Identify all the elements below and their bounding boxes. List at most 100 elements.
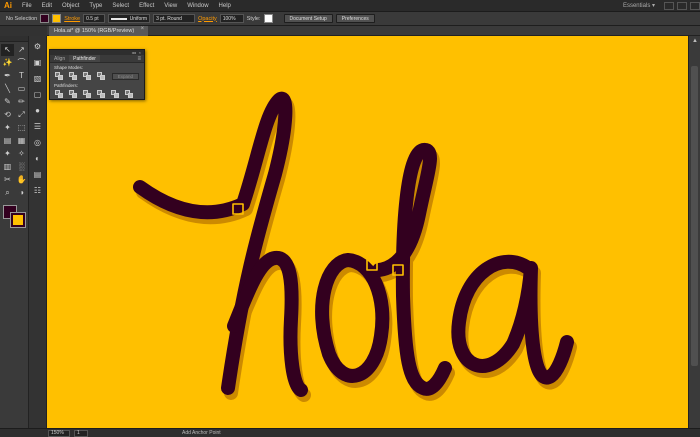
rotate-tool-icon[interactable]: ⟲ [1, 109, 14, 121]
direct-selection-tool-icon[interactable]: ↗ [15, 44, 28, 56]
vertical-scrollbar[interactable]: ▲ [688, 36, 700, 428]
document-tab[interactable]: Hola.ai* @ 150% (RGB/Preview) × [49, 26, 149, 36]
menu-type[interactable]: Type [84, 3, 107, 9]
brush-select[interactable]: 3 pt. Round [153, 14, 196, 23]
gradient-tool-icon[interactable]: ✧ [15, 148, 28, 160]
eyedropper-tool-icon[interactable]: ▥ [1, 161, 14, 173]
trim-icon[interactable] [69, 90, 78, 98]
lasso-tool-icon[interactable]: ⌒ [15, 57, 28, 69]
mesh-tool-icon[interactable]: ✦ [1, 148, 14, 160]
menu-file[interactable]: File [17, 3, 37, 9]
selection-label: No Selection [6, 15, 38, 22]
document-tab-title: Hola.ai* @ 150% (RGB/Preview) [54, 28, 135, 34]
app-logo: Ai [4, 1, 12, 10]
panel-menu-icon[interactable]: ≡ [134, 55, 144, 62]
exclude-icon[interactable] [97, 72, 106, 80]
rectangle-tool-icon[interactable]: ▭ [15, 83, 28, 95]
menu-object[interactable]: Object [57, 3, 84, 9]
zoom-tool-icon[interactable]: ⌕ [1, 187, 14, 199]
magic-wand-tool-icon[interactable]: ✨ [1, 57, 14, 69]
scroll-thumb[interactable] [691, 66, 698, 366]
hand-tool-icon[interactable]: ✋ [15, 174, 28, 186]
stroke-weight-field[interactable]: 0.5 pt [83, 14, 106, 23]
preferences-button[interactable]: Preferences [335, 14, 375, 23]
blend-tool-icon[interactable]: ░ [15, 161, 28, 173]
color-panel-icon[interactable]: ⚙ [32, 40, 44, 52]
menu-bar: Ai File Edit Object Type Select Effect V… [0, 0, 700, 12]
uniform-label: Uniform [129, 15, 148, 22]
collapse-panel-icon[interactable]: ◂◂ [132, 50, 136, 55]
stroke-color-swatch[interactable] [10, 212, 26, 228]
transparency-panel-icon[interactable]: ▤ [32, 168, 44, 180]
l-shadow [375, 148, 455, 401]
artboard-nav-field[interactable]: 1 [74, 429, 88, 437]
variable-width-select[interactable]: Uniform [108, 14, 151, 23]
tab-pathfinder[interactable]: Pathfinder [69, 55, 100, 62]
type-tool-icon[interactable]: T [15, 70, 28, 82]
style-swatch[interactable] [263, 14, 273, 23]
unite-icon[interactable] [55, 72, 64, 80]
tool-grid: ↖ ↗ ✨ ⌒ ✒ T ╲ ▭ ✎ ✏ ⟲ ⤢ ✦ ⬚ ▤ ▦ ✦ ✧ ▥ ░ ✂ ✋ ⌕ ◑ [0, 42, 28, 201]
status-bar: 150% 1 Add Anchor Point [0, 428, 700, 437]
artboards-panel-icon[interactable]: ☷ [32, 184, 44, 196]
status-tool-hint: Add Anchor Point [182, 430, 221, 436]
menu-view[interactable]: View [159, 3, 182, 9]
minimize-button[interactable] [664, 1, 674, 10]
symbol-sprayer-tool-icon[interactable]: ◑ [15, 187, 28, 199]
scale-tool-icon[interactable]: ⤢ [15, 109, 28, 121]
menu-effect[interactable]: Effect [134, 3, 159, 9]
scissors-tool-icon[interactable]: ✂ [1, 174, 14, 186]
merge-icon[interactable] [83, 90, 92, 98]
free-transform-tool-icon[interactable]: ⬚ [15, 122, 28, 134]
fill-stroke-control[interactable] [3, 205, 26, 231]
swatches-panel-icon[interactable]: ▣ [32, 56, 44, 68]
minus-front-icon[interactable] [69, 72, 78, 80]
symbols-panel-icon[interactable]: ▢ [32, 88, 44, 100]
divide-icon[interactable] [55, 90, 64, 98]
graphic-styles-panel-icon[interactable]: ◐ [32, 152, 44, 164]
pathfinders-row [50, 89, 144, 99]
outline-icon[interactable] [111, 90, 120, 98]
menu-window[interactable]: Window [182, 3, 213, 9]
appearance-panel-icon[interactable]: ◎ [32, 136, 44, 148]
zoom-field[interactable]: 150% [48, 429, 70, 437]
maximize-button[interactable] [677, 1, 687, 10]
pathfinder-tabs: Align Pathfinder ≡ [50, 55, 144, 63]
stroke-swatch[interactable] [52, 14, 62, 23]
tab-align[interactable]: Align [50, 55, 69, 62]
panel-dock: ⚙ ▣ ▧ ▢ ● ☰ ◎ ◐ ▤ ☷ [29, 36, 47, 428]
stroke-panel-icon[interactable]: ● [32, 104, 44, 116]
close-window-button[interactable] [690, 1, 700, 10]
control-bar: No Selection Stroke 0.5 pt Uniform 3 pt.… [0, 12, 700, 26]
close-tab-icon[interactable]: × [141, 26, 145, 32]
width-tool-icon[interactable]: ✦ [1, 122, 14, 134]
selection-tool-icon[interactable]: ↖ [1, 44, 14, 56]
scroll-up-icon[interactable]: ▲ [689, 36, 700, 46]
stroke-preview [111, 17, 127, 20]
shape-builder-tool-icon[interactable]: ▤ [1, 135, 14, 147]
pathfinder-panel: ◂◂ × Align Pathfinder ≡ Shape Modes: Exp… [49, 49, 145, 100]
menu-select[interactable]: Select [107, 3, 134, 9]
pencil-tool-icon[interactable]: ✏ [15, 96, 28, 108]
minus-back-icon[interactable] [125, 90, 134, 98]
stroke-label[interactable]: Stroke [64, 16, 80, 22]
document-tab-bar: Hola.ai* @ 150% (RGB/Preview) × [47, 26, 700, 36]
fill-swatch[interactable] [40, 14, 50, 23]
line-segment-tool-icon[interactable]: ╲ [1, 83, 14, 95]
close-panel-icon[interactable]: × [139, 50, 141, 55]
intersect-icon[interactable] [83, 72, 92, 80]
brushes-panel-icon[interactable]: ▧ [32, 72, 44, 84]
expand-button[interactable]: Expand [111, 72, 139, 80]
menu-help[interactable]: Help [214, 3, 236, 9]
menu-edit[interactable]: Edit [37, 3, 57, 9]
crop-icon[interactable] [97, 90, 106, 98]
paintbrush-tool-icon[interactable]: ✎ [1, 96, 14, 108]
opacity-label[interactable]: Opacity [198, 16, 217, 22]
workspace-switcher[interactable]: Essentials ▾ [617, 2, 661, 9]
perspective-tool-icon[interactable]: ▦ [15, 135, 28, 147]
opacity-field[interactable]: 100% [219, 14, 244, 23]
pen-tool-icon[interactable]: ✒ [1, 70, 14, 82]
document-setup-button[interactable]: Document Setup [283, 14, 333, 23]
shape-modes-label: Shape Modes: [54, 65, 84, 70]
layers-panel-icon[interactable]: ☰ [32, 120, 44, 132]
